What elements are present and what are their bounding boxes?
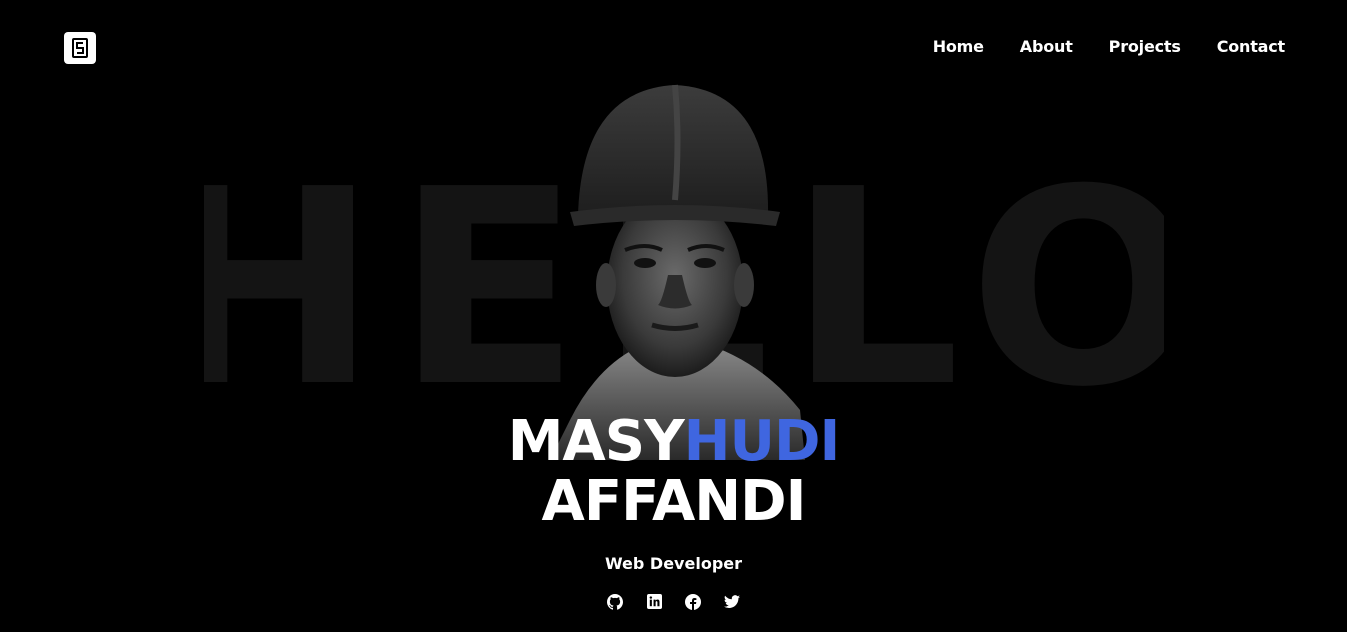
hero-text-block: MASYHUDI AFFANDI Web Developer <box>0 412 1347 610</box>
nav-home[interactable]: Home <box>933 37 984 56</box>
nav-links: Home About Projects Contact <box>933 37 1286 56</box>
name-line-1: MASYHUDI <box>0 412 1347 472</box>
github-icon[interactable] <box>607 593 624 610</box>
social-links <box>0 593 1347 610</box>
logo-icon[interactable] <box>64 32 96 64</box>
twitter-icon[interactable] <box>724 593 741 610</box>
profile-photo <box>530 80 820 460</box>
nav-about[interactable]: About <box>1020 37 1073 56</box>
role-text: Web Developer <box>604 554 743 573</box>
facebook-icon[interactable] <box>685 593 702 610</box>
name-first-plain: MASY <box>507 409 685 474</box>
nav-contact[interactable]: Contact <box>1217 37 1286 56</box>
linkedin-icon[interactable] <box>646 593 663 610</box>
name-first-accent: HUDI <box>683 409 841 474</box>
navbar: Home About Projects Contact <box>0 0 1347 95</box>
nav-projects[interactable]: Projects <box>1109 37 1181 56</box>
page: Home About Projects Contact HELLO <box>0 0 1347 632</box>
name-line-2: AFFANDI <box>541 469 807 534</box>
